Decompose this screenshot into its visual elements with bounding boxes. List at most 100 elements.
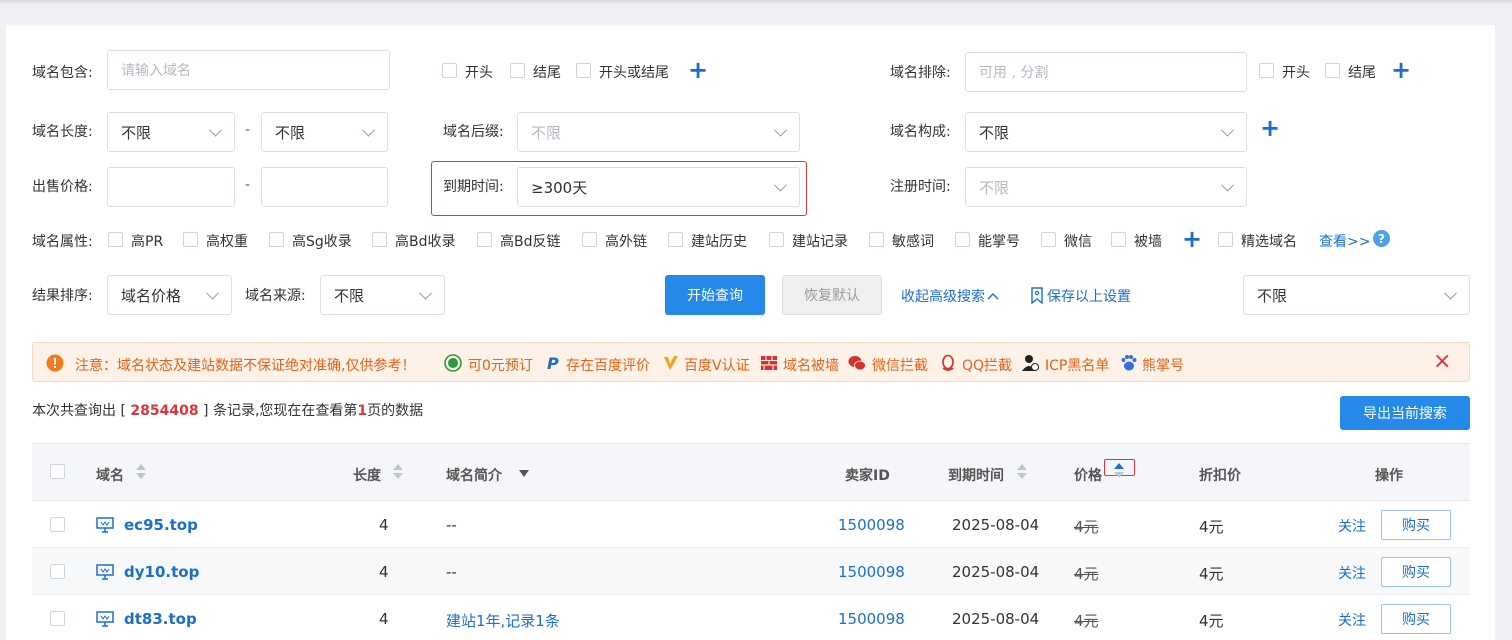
attr-checkbox-sensitive[interactable]	[869, 232, 884, 247]
follow-link[interactable]: 关注	[1338, 610, 1366, 630]
notice-item-bear: 熊掌号	[1142, 358, 1184, 374]
col-expire[interactable]: 到期时间	[948, 465, 1004, 485]
attr-checkbox-outlink[interactable]	[582, 232, 597, 247]
attr-checkbox-wechat[interactable]	[1041, 232, 1056, 247]
save-settings-label: 保存以上设置	[1047, 289, 1131, 305]
sort-value: 域名价格	[121, 286, 182, 305]
price-separator: -	[245, 177, 251, 193]
attributes-add-icon[interactable]: +	[1182, 227, 1202, 251]
attr-checkbox-high-weight[interactable]	[183, 232, 198, 247]
notice-item-baidu-v: 百度V认证	[684, 358, 750, 374]
row-checkbox[interactable]	[50, 564, 65, 579]
register-time-select[interactable]: 不限	[965, 167, 1247, 207]
contains-start-checkbox[interactable]	[442, 63, 457, 78]
contains-end-checkbox[interactable]	[510, 63, 525, 78]
chevron-down-icon	[206, 286, 219, 300]
chevron-down-icon	[774, 178, 787, 192]
baidu-p-icon: P	[547, 354, 559, 372]
domain-composition-select[interactable]: 不限	[965, 112, 1247, 152]
col-domain[interactable]: 域名	[96, 465, 124, 485]
attr-label-blocked: 被墙	[1134, 234, 1162, 250]
domain-composition-value: 不限	[979, 123, 1010, 142]
attr-label-high-pr: 高PR	[131, 234, 164, 250]
sort-domain-icon[interactable]	[136, 464, 146, 480]
length-to-select[interactable]: 不限	[261, 112, 388, 152]
seller-id-link[interactable]: 1500098	[838, 563, 905, 581]
col-intro[interactable]: 域名简介	[446, 465, 502, 485]
domain-suffix-label: 域名后缀:	[443, 124, 504, 140]
domain-link[interactable]: dy10.top	[124, 563, 199, 581]
composition-add-icon[interactable]: +	[1260, 116, 1280, 140]
length-from-value: 不限	[121, 123, 152, 142]
select-all-checkbox[interactable]	[50, 464, 65, 479]
domain-intro-link[interactable]: 建站1年,记录1条	[446, 610, 560, 631]
help-icon[interactable]: ?	[1373, 230, 1390, 247]
attr-checkbox-bd[interactable]	[372, 232, 387, 247]
expire-time-value: ≥300天	[531, 178, 588, 197]
attr-label-site-record: 建站记录	[792, 234, 848, 250]
discount-price: 4元	[1199, 518, 1224, 536]
featured-checkbox[interactable]	[1218, 232, 1233, 247]
caret-down-icon[interactable]	[519, 470, 529, 478]
source-value: 不限	[334, 286, 365, 305]
collapse-advanced-link[interactable]: 收起高级搜索	[901, 286, 999, 306]
notice-main-text: 注意：域名状态及建站数据不保证绝对准确,仅供参考！	[75, 358, 416, 374]
view-more-link[interactable]: 查看>>	[1319, 231, 1370, 251]
row-checkbox[interactable]	[50, 517, 65, 532]
sort-expire-icon[interactable]	[1017, 464, 1027, 480]
attr-checkbox-blocked[interactable]	[1111, 232, 1126, 247]
right-filter-value: 不限	[1257, 286, 1288, 305]
price-max-input[interactable]	[261, 167, 388, 207]
exclude-start-label: 开头	[1282, 65, 1310, 81]
sort-price-desc-icon[interactable]	[1114, 472, 1124, 478]
svg-text:P: P	[547, 354, 559, 372]
close-icon[interactable]: ×	[1433, 349, 1451, 374]
right-filter-select[interactable]: 不限	[1243, 275, 1470, 315]
attr-label-bd-backlink: 高Bd反链	[500, 234, 561, 250]
domain-exclude-input[interactable]: 可用 , 分割	[965, 52, 1247, 92]
contains-end-label: 结尾	[533, 65, 561, 81]
export-button[interactable]: 导出当前搜索	[1340, 396, 1470, 430]
sort-length-icon[interactable]	[393, 464, 403, 480]
attr-checkbox-bear[interactable]	[955, 232, 970, 247]
exclude-start-checkbox[interactable]	[1259, 63, 1274, 78]
save-settings-link[interactable]: 保存以上设置	[1030, 286, 1131, 306]
summary-prefix: 本次共查询出 [	[32, 403, 131, 419]
search-button[interactable]: 开始查询	[665, 275, 765, 315]
exclude-end-checkbox[interactable]	[1325, 63, 1340, 78]
attr-checkbox-site-history[interactable]	[668, 232, 683, 247]
domain-suffix-select[interactable]: 不限	[517, 112, 800, 152]
contains-startend-checkbox[interactable]	[576, 63, 591, 78]
attr-label-sensitive: 敏感词	[892, 234, 934, 250]
col-length[interactable]: 长度	[353, 465, 381, 485]
buy-button[interactable]: 购买	[1381, 510, 1451, 540]
sort-select[interactable]: 域名价格	[107, 275, 232, 315]
reset-button[interactable]: 恢复默认	[782, 275, 882, 315]
sort-price-asc-icon[interactable]	[1114, 463, 1124, 469]
attr-checkbox-bd-backlink[interactable]	[477, 232, 492, 247]
exclude-add-icon[interactable]: +	[1391, 58, 1411, 82]
follow-link[interactable]: 关注	[1338, 563, 1366, 583]
buy-button[interactable]: 购买	[1381, 557, 1451, 587]
notice-bar: 注意：域名状态及建站数据不保证绝对准确,仅供参考！ 可0元预订 P 存在百度评价…	[32, 342, 1470, 382]
follow-link[interactable]: 关注	[1338, 516, 1366, 536]
col-price[interactable]: 价格	[1074, 465, 1102, 485]
buy-button[interactable]: 购买	[1381, 604, 1451, 634]
seller-id-link[interactable]: 1500098	[838, 516, 905, 534]
wall-icon	[761, 356, 777, 370]
domain-contains-input[interactable]: 请输入域名	[107, 50, 390, 90]
featured-label: 精选域名	[1241, 234, 1297, 250]
attr-checkbox-site-record[interactable]	[769, 232, 784, 247]
attr-checkbox-high-pr[interactable]	[108, 232, 123, 247]
seller-id-link[interactable]: 1500098	[838, 610, 905, 628]
col-discount: 折扣价	[1199, 468, 1241, 484]
length-from-select[interactable]: 不限	[107, 112, 235, 152]
domain-link[interactable]: dt83.top	[124, 610, 197, 628]
price-min-input[interactable]	[107, 167, 235, 207]
row-checkbox[interactable]	[50, 611, 65, 626]
expire-time-select[interactable]: ≥300天	[517, 167, 800, 207]
attr-checkbox-sg[interactable]	[269, 232, 284, 247]
contains-add-icon[interactable]: +	[688, 58, 708, 82]
domain-link[interactable]: ec95.top	[124, 516, 198, 534]
source-select[interactable]: 不限	[320, 275, 445, 315]
